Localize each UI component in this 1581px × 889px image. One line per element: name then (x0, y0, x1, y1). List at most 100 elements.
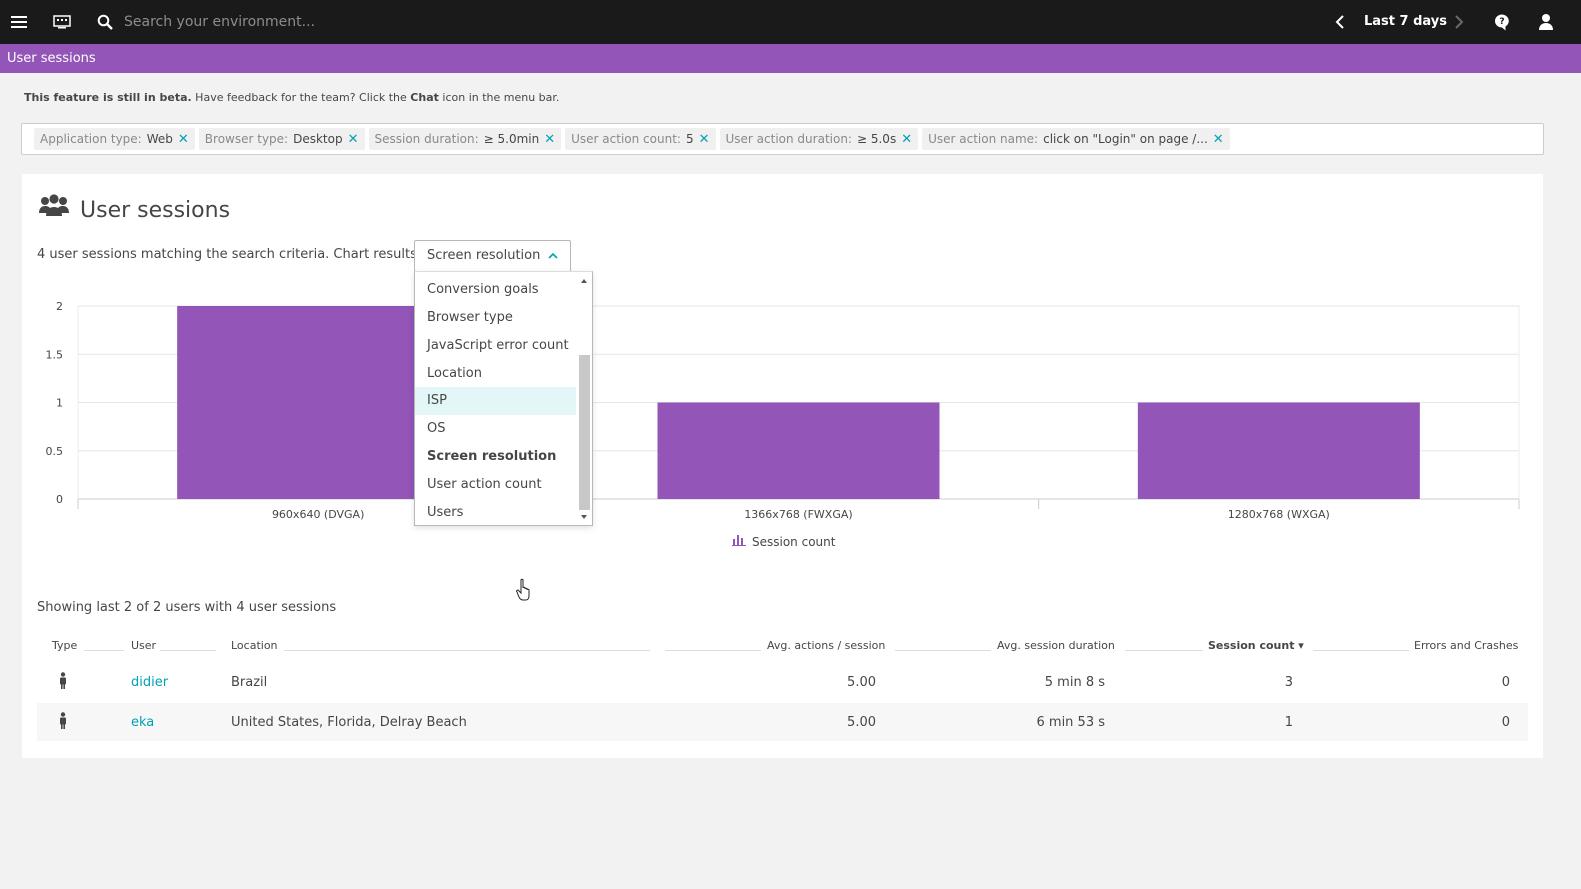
session-count-cell: 1 (1284, 715, 1293, 730)
dropdown-scrollbar-thumb[interactable] (579, 355, 590, 510)
chart-by-dropdown-list[interactable]: Conversion goals Browser type JavaScript e… (414, 271, 593, 526)
filter-value: 5 (685, 132, 694, 146)
chart-by-select-value: Screen resolution (427, 248, 541, 263)
bar-chart-icon (732, 534, 746, 549)
dropdown-scrollbar[interactable] (576, 272, 592, 525)
svg-text:?: ? (1499, 17, 1504, 27)
dropdown-option[interactable]: Users (415, 499, 576, 525)
dropdown-option[interactable]: Conversion goals (415, 276, 576, 304)
session-count-bar-chart: 0 0.5 1 1.5 2 960x640 (DVGA) 1366x768 (FWXGA) 1… (46, 300, 1520, 521)
location-cell: United States, Florida, Delray Beach (231, 715, 467, 730)
top-navigation-bar: Last 7 days ? (0, 0, 1581, 44)
column-header-avg-duration[interactable]: Avg. session duration (997, 639, 1115, 652)
match-count-text: 4 user sessions matching the search crit… (37, 247, 437, 262)
y-tick-label: 1 (56, 397, 63, 410)
beta-notice-text-b: icon in the menu bar. (438, 91, 560, 104)
y-tick-label: 0.5 (46, 445, 64, 458)
previous-timeframe-icon[interactable] (1330, 12, 1350, 32)
desktop-user-icon (59, 672, 67, 694)
next-timeframe-icon[interactable] (1449, 12, 1469, 32)
column-header-session-count[interactable]: Session count ▾ (1208, 639, 1304, 652)
filter-key: User action count: (571, 132, 681, 146)
filter-chip[interactable]: User action name: click on "Login" on pag… (922, 128, 1230, 150)
filter-key: User action duration: (725, 132, 852, 146)
remove-filter-icon[interactable]: ✕ (348, 132, 359, 147)
dropdown-option[interactable]: Screen resolution (415, 443, 576, 471)
filter-chip[interactable]: User action duration: ≥ 5.0s ✕ (719, 128, 919, 150)
beta-notice-text-a: Have feedback for the team? Click the (191, 91, 411, 104)
legend-label: Session count (752, 534, 836, 549)
errors-cell: 0 (1501, 715, 1510, 730)
remove-filter-icon[interactable]: ✕ (901, 132, 912, 147)
filter-value: click on "Login" on page /... (1043, 132, 1208, 146)
dropdown-option[interactable]: OS (415, 415, 576, 443)
dropdown-option[interactable]: ISP (415, 387, 576, 415)
page-title: User sessions (7, 51, 96, 66)
filter-chip[interactable]: Browser type: Desktop ✕ (198, 128, 365, 150)
header-divider (665, 650, 761, 651)
header-divider (1313, 650, 1409, 651)
dropdown-option[interactable]: Browser type (415, 304, 576, 332)
column-header-errors[interactable]: Errors and Crashes (1414, 639, 1518, 652)
filter-key: User action name: (928, 132, 1039, 146)
location-cell: Brazil (231, 675, 268, 690)
users-group-icon (38, 194, 70, 218)
filter-value: ≥ 5.0min (483, 132, 540, 146)
user-account-icon[interactable] (1536, 12, 1556, 32)
session-count-cell: 3 (1284, 675, 1293, 690)
filter-key: Application type: (40, 132, 142, 146)
bar (657, 402, 940, 499)
search-icon[interactable] (95, 12, 115, 32)
header-divider (84, 650, 124, 651)
header-divider (1125, 650, 1203, 651)
y-tick-label: 0 (56, 493, 63, 506)
bar (1137, 402, 1420, 499)
beta-notice-bold: This feature is still in beta. (24, 91, 192, 104)
table-row[interactable]: eka United States, Florida, Delray Beach 5… (37, 703, 1528, 741)
filter-value: Desktop (293, 132, 343, 146)
remove-filter-icon[interactable]: ✕ (544, 132, 555, 147)
filter-value: Web (146, 132, 173, 146)
environment-icon[interactable] (52, 12, 72, 32)
filter-bar[interactable]: Application type: Web ✕ Browser type: Deskto… (21, 123, 1544, 155)
remove-filter-icon[interactable]: ✕ (1213, 132, 1224, 147)
user-sessions-card: User sessions 4 user sessions matching t… (22, 174, 1543, 758)
column-header-type[interactable]: Type (52, 639, 77, 652)
filter-chip[interactable]: Application type: Web ✕ (34, 128, 195, 150)
filter-key: Session duration: (374, 132, 479, 146)
dropdown-option[interactable]: User action count (415, 471, 576, 499)
filter-key: Browser type: (204, 132, 289, 146)
card-title: User sessions (80, 198, 231, 223)
filter-chip[interactable]: Session duration: ≥ 5.0min ✕ (368, 128, 562, 150)
chart-legend[interactable]: Session count (732, 534, 835, 549)
hand-pointer-cursor-icon (516, 578, 532, 602)
avg-actions-cell: 5.00 (847, 715, 876, 730)
column-header-location[interactable]: Location (231, 639, 278, 652)
remove-filter-icon[interactable]: ✕ (699, 132, 710, 147)
chevron-up-icon (548, 250, 558, 260)
page-header-bar: User sessions (0, 44, 1581, 73)
user-link[interactable]: didier (131, 675, 168, 690)
x-tick-label: 1366x768 (FWXGA) (744, 508, 852, 521)
y-tick-label: 2 (56, 300, 63, 313)
header-divider (895, 650, 991, 651)
column-header-user[interactable]: User (131, 639, 156, 652)
dropdown-option[interactable]: JavaScript error count (415, 332, 576, 360)
chart-by-select[interactable]: Screen resolution (414, 240, 571, 271)
dropdown-option[interactable]: Location (415, 360, 576, 388)
timeframe-selector[interactable]: Last 7 days (1364, 14, 1447, 29)
remove-filter-icon[interactable]: ✕ (178, 132, 189, 147)
beta-notice: This feature is still in beta. Have feed… (24, 91, 559, 104)
y-tick-label: 1.5 (46, 348, 64, 361)
chat-icon[interactable]: ? (1492, 12, 1512, 32)
x-tick-label: 960x640 (DVGA) (272, 508, 364, 521)
table-row[interactable]: didier Brazil 5.00 5 min 8 s 3 0 (37, 663, 1528, 701)
search-input[interactable] (124, 10, 724, 34)
user-link[interactable]: eka (131, 715, 154, 730)
x-tick-label: 1280x768 (WXGA) (1228, 508, 1330, 521)
avg-duration-cell: 6 min 53 s (1036, 715, 1106, 730)
column-header-avg-actions[interactable]: Avg. actions / session (767, 639, 885, 652)
menu-icon[interactable] (9, 12, 29, 32)
header-divider (160, 650, 216, 651)
filter-chip[interactable]: User action count: 5 ✕ (565, 128, 716, 150)
